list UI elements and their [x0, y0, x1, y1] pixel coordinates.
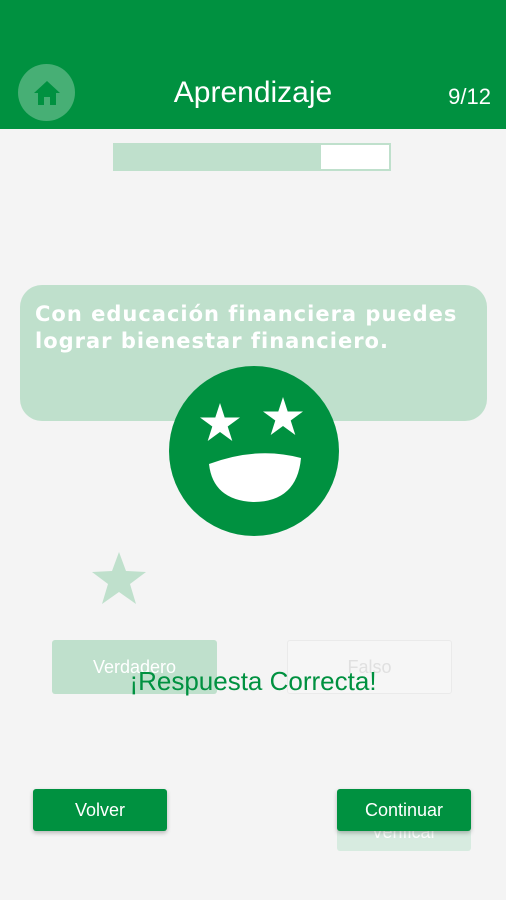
progress-fill — [115, 145, 321, 169]
continue-button[interactable]: Continuar — [337, 789, 471, 831]
star-eyes-smiley-icon — [169, 366, 339, 536]
question-counter: 9/12 — [448, 84, 491, 109]
progress-bar — [113, 143, 391, 171]
decorative-star-icon — [92, 552, 146, 604]
question-text: Con educación financiera puedes lograr b… — [35, 302, 458, 353]
back-button[interactable]: Volver — [33, 789, 167, 831]
app-header: Aprendizaje 9/12 — [0, 0, 506, 129]
feedback-message: ¡Respuesta Correcta! — [129, 666, 377, 696]
page-title: Aprendizaje — [173, 76, 333, 109]
